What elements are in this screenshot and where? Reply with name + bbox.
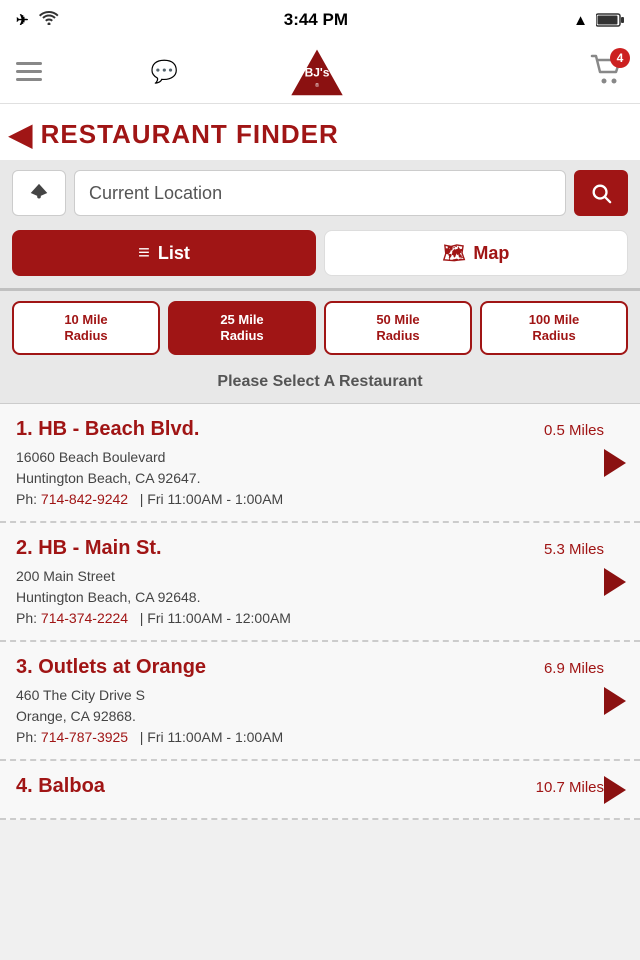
search-row [0,160,640,230]
restaurant-distance-4: 10.7 Miles [536,779,604,796]
search-button[interactable] [574,170,628,216]
tab-list[interactable]: ≡ List [12,230,316,276]
chat-icon[interactable]: 💬 [151,59,178,85]
restaurant-address-1: 16060 Beach Boulevard Huntington Beach, … [16,447,604,489]
nav-bar: 💬 BJ's ® 4 [0,40,640,104]
restaurant-distance-2: 5.3 Miles [544,541,604,558]
status-right: ▲ [573,12,624,29]
tab-list-label: List [158,243,190,264]
restaurant-content-1: 1. HB - Beach Blvd. 0.5 Miles 16060 Beac… [16,418,604,507]
restaurant-content-2: 2. HB - Main St. 5.3 Miles 200 Main Stre… [16,537,604,626]
tab-map-label: Map [473,243,509,264]
restaurant-address-2: 200 Main Street Huntington Beach, CA 926… [16,566,604,608]
restaurant-name-row-4: 4. Balboa 10.7 Miles [16,775,604,798]
restaurant-name-1: 1. HB - Beach Blvd. [16,418,199,441]
restaurant-name-4: 4. Balboa [16,775,105,798]
battery-icon [596,12,624,28]
navigate-arrow-2[interactable] [604,568,626,596]
search-input[interactable] [74,170,566,216]
svg-text:®: ® [315,82,319,89]
airplane-icon: ✈ [16,11,29,29]
restaurant-address-3: 460 The City Drive S Orange, CA 92868. [16,685,604,727]
radius-25-button[interactable]: 25 MileRadius [168,301,316,355]
restaurant-item-3[interactable]: 3. Outlets at Orange 6.9 Miles 460 The C… [0,642,640,761]
restaurant-list: 1. HB - Beach Blvd. 0.5 Miles 16060 Beac… [0,404,640,820]
wifi-icon [39,11,59,29]
location-icon [28,182,50,204]
restaurant-content-4: 4. Balboa 10.7 Miles [16,775,604,804]
cart-container[interactable]: 4 [590,54,624,89]
restaurant-name-row-2: 2. HB - Main St. 5.3 Miles [16,537,604,560]
search-icon [590,182,612,204]
page-header: ◀ RESTAURANT FINDER ≡ List 🗺 Map [0,104,640,291]
map-icon: 🗺 [443,243,466,264]
radius-10-button[interactable]: 10 MileRadius [12,301,160,355]
restaurant-name-row-3: 3. Outlets at Orange 6.9 Miles [16,656,604,679]
phone-link-1[interactable]: 714-842-9242 [41,491,128,507]
restaurant-name-row-1: 1. HB - Beach Blvd. 0.5 Miles [16,418,604,441]
radius-row: 10 MileRadius 25 MileRadius 50 MileRadiu… [0,291,640,365]
restaurant-phone-3: Ph: 714-787-3925 | Fri 11:00AM - 1:00AM [16,729,604,745]
restaurant-content-3: 3. Outlets at Orange 6.9 Miles 460 The C… [16,656,604,745]
restaurant-item-4[interactable]: 4. Balboa 10.7 Miles [0,761,640,820]
status-left: ✈ [16,11,59,29]
list-icon: ≡ [138,242,150,265]
header-title-row: ◀ RESTAURANT FINDER [0,114,640,160]
phone-link-2[interactable]: 714-374-2224 [41,610,128,626]
restaurant-item-2[interactable]: 2. HB - Main St. 5.3 Miles 200 Main Stre… [0,523,640,642]
restaurant-phone-1: Ph: 714-842-9242 | Fri 11:00AM - 1:00AM [16,491,604,507]
restaurant-item[interactable]: 1. HB - Beach Blvd. 0.5 Miles 16060 Beac… [0,404,640,523]
restaurant-distance-1: 0.5 Miles [544,422,604,439]
cart-badge: 4 [610,48,630,68]
restaurant-name-2: 2. HB - Main St. [16,537,162,560]
current-location-button[interactable] [12,170,66,216]
status-time: 3:44 PM [284,10,348,30]
page-title: RESTAURANT FINDER [41,119,339,150]
back-button[interactable]: ◀ [8,118,33,150]
tabs-row: ≡ List 🗺 Map [0,230,640,288]
phone-link-3[interactable]: 714-787-3925 [41,729,128,745]
restaurant-distance-3: 6.9 Miles [544,660,604,677]
navigate-arrow-4[interactable] [604,776,626,804]
bjs-logo: BJ's ® [287,45,347,99]
restaurant-phone-2: Ph: 714-374-2224 | Fri 11:00AM - 12:00AM [16,610,604,626]
select-prompt: Please Select A Restaurant [0,365,640,404]
navigate-arrow-3[interactable] [604,687,626,715]
svg-text:BJ's: BJ's [304,65,329,79]
location-arrow-icon: ▲ [573,12,588,29]
radius-100-button[interactable]: 100 MileRadius [480,301,628,355]
tab-map[interactable]: 🗺 Map [324,230,628,276]
navigate-arrow-1[interactable] [604,449,626,477]
status-bar: ✈ 3:44 PM ▲ [0,0,640,40]
radius-50-button[interactable]: 50 MileRadius [324,301,472,355]
restaurant-name-3: 3. Outlets at Orange [16,656,206,679]
hamburger-menu[interactable] [16,62,42,81]
